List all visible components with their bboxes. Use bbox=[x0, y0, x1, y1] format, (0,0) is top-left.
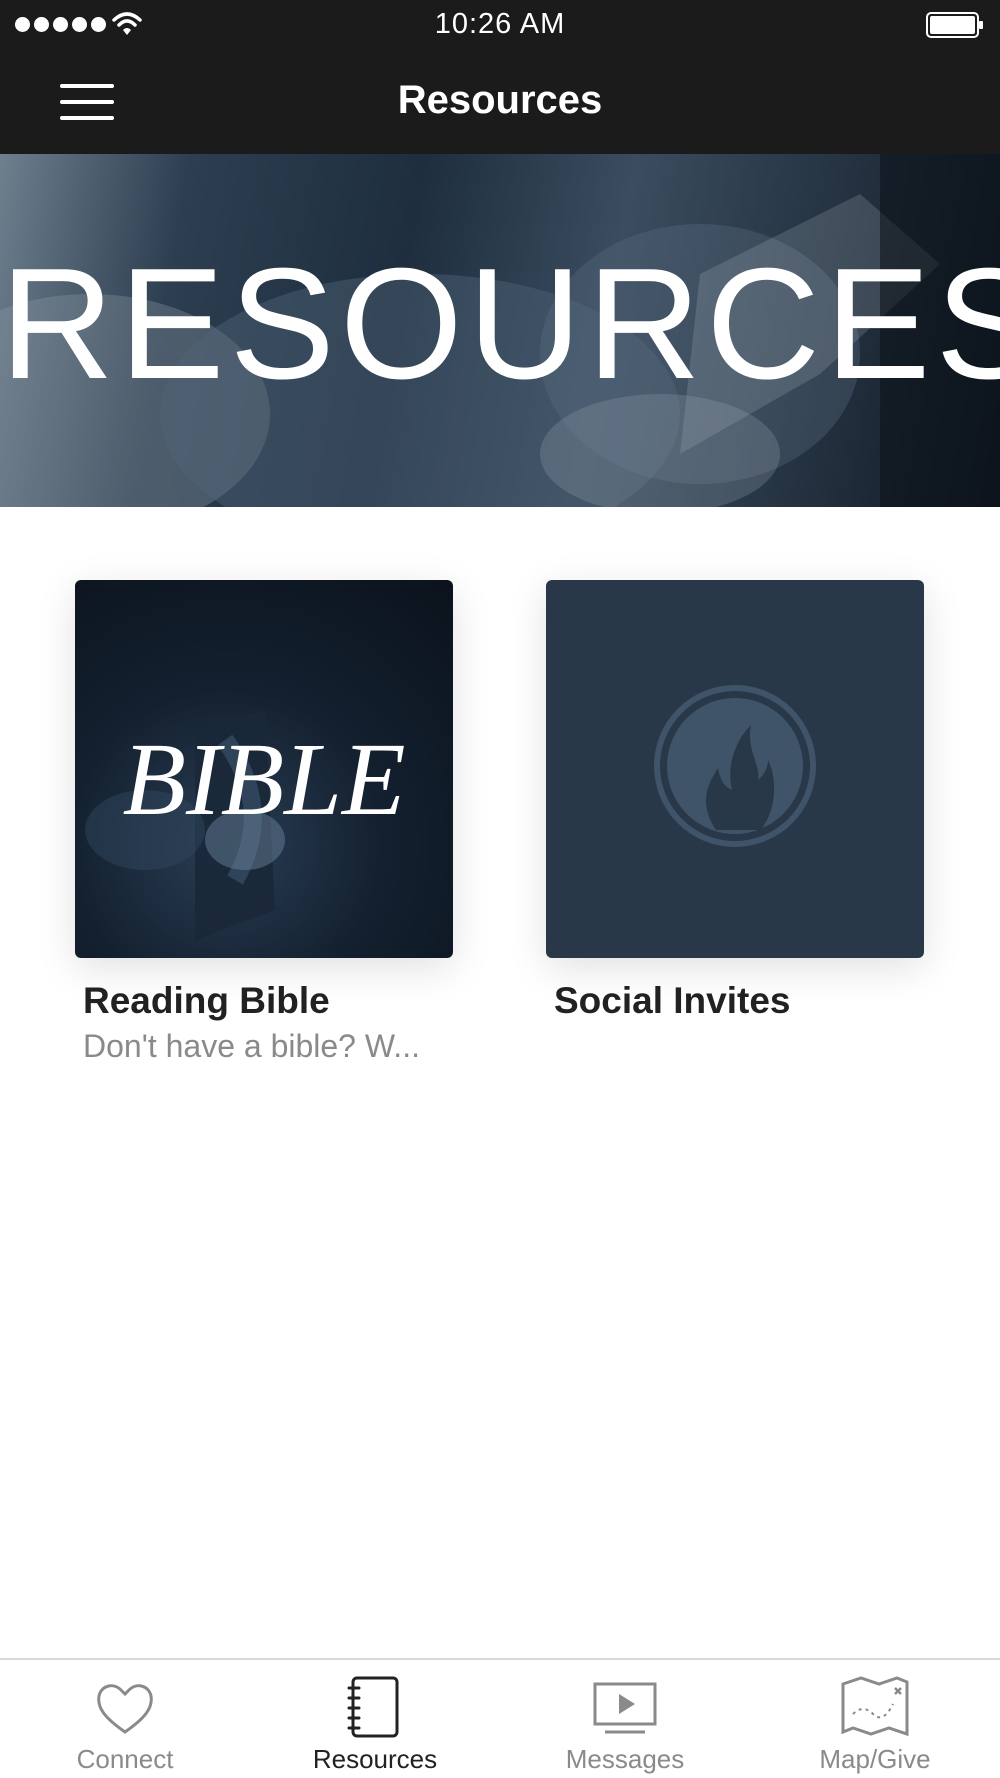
hero-title: RESOURCES bbox=[0, 236, 1000, 412]
bible-thumbnail-text: BIBLE bbox=[122, 722, 406, 837]
card-subtitle: Don't have a bible? W... bbox=[83, 1028, 420, 1064]
heart-icon bbox=[97, 1684, 153, 1734]
tab-connect[interactable]: Connect bbox=[0, 1660, 250, 1778]
flame-seal-icon bbox=[654, 685, 816, 847]
page-title: Resources bbox=[397, 78, 603, 122]
card-title: Social Invites bbox=[554, 980, 791, 1021]
tab-label: Map/Give bbox=[819, 1744, 931, 1774]
map-icon bbox=[841, 1676, 909, 1737]
social-invites-thumbnail bbox=[546, 580, 924, 958]
tab-label: Connect bbox=[76, 1744, 174, 1774]
tab-map-give[interactable]: Map/Give bbox=[750, 1660, 1000, 1778]
video-play-icon bbox=[593, 1682, 657, 1734]
tab-resources[interactable]: Resources bbox=[250, 1660, 500, 1778]
battery-icon bbox=[926, 12, 983, 38]
notebook-icon bbox=[347, 1676, 399, 1738]
tab-label: Resources bbox=[312, 1744, 438, 1774]
reading-bible-thumbnail: BIBLE bbox=[75, 580, 453, 958]
tab-bar: Connect Resources Messages Map/Give bbox=[0, 1658, 1000, 1778]
hero-banner: RESOURCES bbox=[0, 154, 1000, 507]
status-time: 10:26 AM bbox=[434, 8, 566, 40]
navigation-bar: Resources bbox=[0, 50, 1000, 154]
tab-label: Messages bbox=[565, 1744, 685, 1774]
resource-card-social-invites[interactable]: Social Invites bbox=[546, 580, 924, 1022]
resource-card-reading-bible[interactable]: BIBLE Reading Bible Don't have a bible? … bbox=[75, 580, 453, 1065]
status-bar: 10:26 AM bbox=[0, 0, 1000, 50]
card-title: Reading Bible bbox=[83, 980, 330, 1021]
tab-messages[interactable]: Messages bbox=[500, 1660, 750, 1778]
